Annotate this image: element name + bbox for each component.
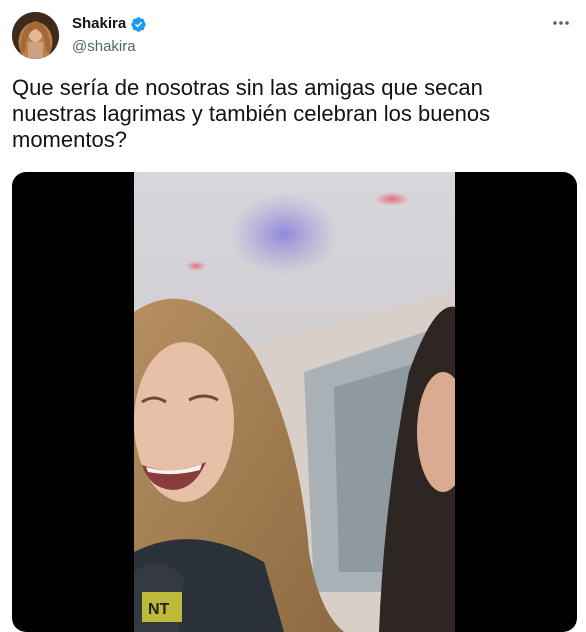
shirt-print: NT [148,601,170,618]
video-frame: NT [134,172,455,632]
display-name[interactable]: Shakira [72,14,126,34]
profile-photo [12,12,59,59]
more-options-button[interactable] [550,13,572,33]
handle[interactable]: @shakira [72,37,147,57]
more-options-icon [553,21,569,25]
video-player[interactable]: NT [12,172,577,632]
avatar[interactable] [12,12,59,59]
author-info: Shakira @shakira [72,13,147,57]
verified-badge-icon [131,16,146,32]
tweet-text: Que sería de nosotras sin las amigas que… [12,75,491,152]
